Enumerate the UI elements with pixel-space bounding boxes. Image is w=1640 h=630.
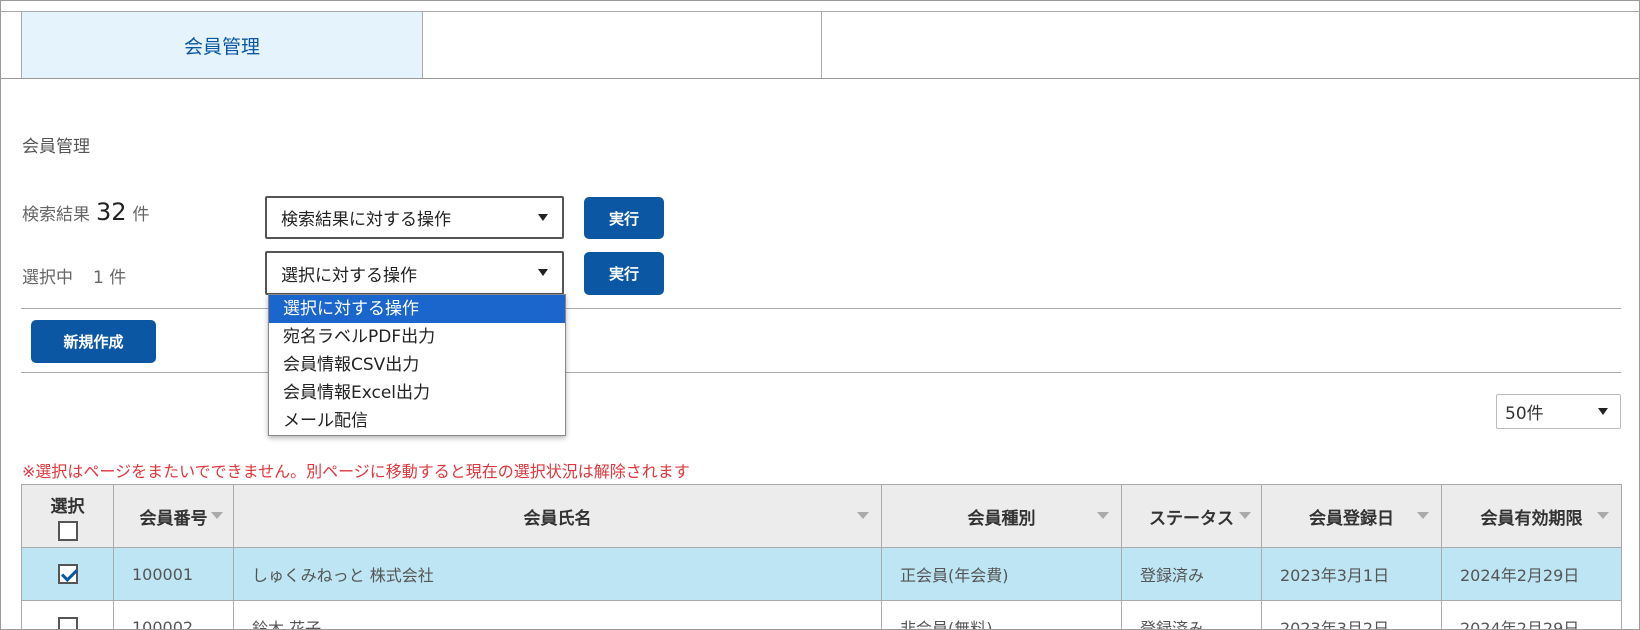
- dropdown-option-address-label-pdf[interactable]: 宛名ラベルPDF出力: [269, 323, 565, 351]
- search-result-summary: 検索結果 32 件: [22, 198, 150, 226]
- dropdown-option-member-excel[interactable]: 会員情報Excel出力: [269, 379, 565, 407]
- row-select-cell: [21, 600, 114, 629]
- dropdown-option-selected-action[interactable]: 選択に対する操作: [269, 295, 565, 323]
- table-header-row: 選択 会員番号 会員氏名 会員種別 ステータス 会員登録日 会員有効期限: [21, 484, 1622, 548]
- row-checkbox[interactable]: [57, 617, 78, 629]
- sort-icon[interactable]: [1417, 512, 1429, 519]
- tab-empty-3[interactable]: [822, 12, 1639, 78]
- header-label: 会員番号: [139, 508, 208, 529]
- new-create-button[interactable]: 新規作成: [31, 320, 156, 363]
- selection-count: 1 件: [93, 268, 127, 288]
- member-number-cell: 100001: [113, 547, 234, 601]
- header-select-label: 選択: [50, 496, 85, 517]
- divider: [21, 372, 1621, 373]
- per-page-value: 50件: [1505, 404, 1544, 424]
- header-label: 会員種別: [967, 508, 1036, 529]
- expiry-date-cell: 2024年2月29日: [1441, 600, 1622, 629]
- header-status[interactable]: ステータス: [1121, 484, 1262, 548]
- search-result-label: 検索結果: [22, 205, 90, 225]
- selection-notice: ※選択はページをまたいでできません。別ページに移動すると現在の選択状況は解除され…: [22, 462, 690, 481]
- table-row[interactable]: 100002 鈴木 花子 非会員(無料) 登録済み 2023年3月2日 2024…: [21, 600, 1622, 629]
- selection-label: 選択中: [22, 268, 73, 288]
- divider: [21, 308, 1621, 309]
- sort-icon[interactable]: [857, 512, 869, 519]
- sort-icon[interactable]: [211, 512, 223, 519]
- chevron-down-icon: [538, 269, 548, 276]
- table-row[interactable]: 100001 しゅくみねっと 株式会社 正会員(年会費) 登録済み 2023年3…: [21, 547, 1622, 601]
- search-result-count: 32: [96, 198, 127, 226]
- select-all-checkbox[interactable]: [57, 520, 78, 541]
- row-select-cell: [21, 547, 114, 601]
- dropdown-option-member-csv[interactable]: 会員情報CSV出力: [269, 351, 565, 379]
- member-type-cell: 非会員(無料): [881, 600, 1122, 629]
- member-name-cell[interactable]: しゅくみねっと 株式会社: [233, 547, 882, 601]
- header-label: 会員有効期限: [1480, 508, 1583, 529]
- tab-empty-2[interactable]: [423, 12, 822, 78]
- header-expiry-date[interactable]: 会員有効期限: [1441, 484, 1622, 548]
- registration-date-cell: 2023年3月1日: [1261, 547, 1442, 601]
- member-table: 選択 会員番号 会員氏名 会員種別 ステータス 会員登録日 会員有効期限 100…: [21, 484, 1622, 629]
- execute-search-action-button[interactable]: 実行: [584, 197, 664, 239]
- sort-icon[interactable]: [1239, 512, 1251, 519]
- member-name-cell[interactable]: 鈴木 花子: [233, 600, 882, 629]
- search-result-action-value: 検索結果に対する操作: [281, 210, 451, 230]
- tab-bar: 会員管理: [1, 12, 1639, 79]
- member-number-cell: 100002: [113, 600, 234, 629]
- member-type-cell: 正会員(年会費): [881, 547, 1122, 601]
- row-checkbox[interactable]: [57, 564, 78, 585]
- header-label: 会員登録日: [1309, 508, 1394, 529]
- selection-summary: 選択中 1 件: [22, 263, 126, 288]
- search-result-action-select[interactable]: 検索結果に対する操作: [265, 196, 564, 239]
- top-strip: [1, 1, 1639, 12]
- dropdown-option-mail[interactable]: メール配信: [269, 407, 565, 435]
- header-label: ステータス: [1149, 508, 1234, 529]
- chevron-down-icon: [1598, 407, 1608, 415]
- sort-icon[interactable]: [1597, 512, 1609, 519]
- per-page-select[interactable]: 50件: [1496, 394, 1621, 429]
- search-result-unit: 件: [132, 205, 150, 225]
- header-member-type[interactable]: 会員種別: [881, 484, 1122, 548]
- header-label: 会員氏名: [523, 508, 592, 529]
- selection-action-dropdown: 選択に対する操作 宛名ラベルPDF出力 会員情報CSV出力 会員情報Excel出…: [268, 294, 566, 436]
- header-member-name[interactable]: 会員氏名: [233, 484, 882, 548]
- status-cell: 登録済み: [1121, 547, 1262, 601]
- header-member-number[interactable]: 会員番号: [113, 484, 234, 548]
- app-frame: 会員管理 会員管理 検索結果 32 件 検索結果に対する操作 実行 選択中 1 件 選…: [0, 0, 1640, 630]
- status-cell: 登録済み: [1121, 600, 1262, 629]
- selection-action-select[interactable]: 選択に対する操作: [265, 251, 564, 295]
- tab-member-management[interactable]: 会員管理: [21, 12, 423, 78]
- expiry-date-cell: 2024年2月29日: [1441, 547, 1622, 601]
- selection-action-value: 選択に対する操作: [281, 265, 417, 286]
- page-title: 会員管理: [22, 137, 90, 157]
- header-select: 選択: [21, 484, 114, 548]
- chevron-down-icon: [538, 213, 548, 221]
- registration-date-cell: 2023年3月2日: [1261, 600, 1442, 629]
- execute-selection-action-button[interactable]: 実行: [584, 252, 664, 295]
- sort-icon[interactable]: [1097, 512, 1109, 519]
- header-registration-date[interactable]: 会員登録日: [1261, 484, 1442, 548]
